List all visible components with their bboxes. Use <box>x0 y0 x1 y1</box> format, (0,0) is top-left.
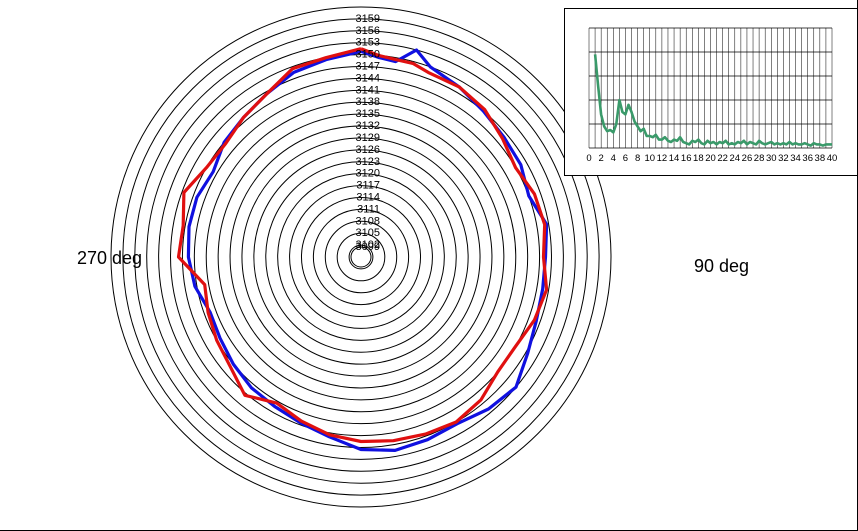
inset-x-tick-label: 12 <box>657 153 668 164</box>
inset-x-tick-labels: 0 2 4 6 8 10 12 14 16 18 20 22 24 26 28 30 32 34 36 38 40 <box>586 153 837 164</box>
inset-x-tick-label: 34 <box>790 153 801 164</box>
radial-tick-label: 3111 <box>357 203 380 215</box>
inset-x-tick-label: 10 <box>644 153 655 164</box>
radial-tick-label: 3099 <box>356 241 380 253</box>
inset-x-tick-label: 28 <box>754 153 765 164</box>
inset-x-tick-label: 20 <box>705 153 716 164</box>
radial-tick-label: 3156 <box>356 25 380 37</box>
radial-tick-label: 3129 <box>356 132 380 144</box>
radial-tick-label: 3132 <box>356 120 380 132</box>
chart-canvas: 3159 3156 3153 3150 3147 3144 3141 3138 3135 3132… <box>0 0 858 531</box>
radial-tick-label: 3108 <box>356 215 380 227</box>
radial-tick-label: 3114 <box>356 191 380 203</box>
inset-x-tick-label: 4 <box>611 153 616 164</box>
inset-x-tick-label: 30 <box>766 153 777 164</box>
inset-x-tick-label: 32 <box>778 153 789 164</box>
angle-label-90: 90 deg <box>694 256 750 276</box>
radial-tick-label: 3159 <box>356 13 380 25</box>
radial-tick-label: 3138 <box>356 96 380 108</box>
inset-x-tick-label: 18 <box>693 153 704 164</box>
radial-tick-label: 3120 <box>356 168 380 180</box>
radial-tick-label: 3117 <box>356 180 380 192</box>
radial-tick-label: 3135 <box>356 108 380 120</box>
inset-x-tick-label: 2 <box>599 153 604 164</box>
inset-x-tick-label: 38 <box>815 153 826 164</box>
radial-tick-label: 3144 <box>356 72 380 84</box>
radial-tick-label: 3147 <box>356 61 380 73</box>
inset-x-tick-label: 36 <box>802 153 813 164</box>
inset-x-tick-label: 24 <box>730 153 741 164</box>
radial-tick-label: 3153 <box>356 37 380 49</box>
inset-grid <box>588 27 833 149</box>
inset-x-tick-label: 40 <box>827 153 838 164</box>
radial-tick-label: 3105 <box>356 227 380 239</box>
angle-label-270: 270 deg <box>77 248 143 268</box>
radial-tick-labels: 3159315631533150314731443141313831353132… <box>356 13 380 253</box>
radial-tick-label: 3126 <box>356 144 380 156</box>
inset-x-tick-label: 8 <box>635 153 640 164</box>
inset-x-tick-label: 14 <box>669 153 680 164</box>
inset-x-tick-label: 16 <box>681 153 692 164</box>
radial-tick-label: 3123 <box>356 156 380 168</box>
inset-x-tick-label: 22 <box>717 153 728 164</box>
radial-tick-label: 3150 <box>356 49 380 61</box>
inset-line-chart: 0 2 4 6 8 10 12 14 16 18 20 22 24 26 28 30 32 34 36 38 40 <box>564 8 858 176</box>
radial-tick-label: 3141 <box>356 84 380 96</box>
inset-x-tick-label: 0 <box>586 153 591 164</box>
inset-x-tick-label: 26 <box>742 153 753 164</box>
inset-x-tick-label: 6 <box>623 153 628 164</box>
